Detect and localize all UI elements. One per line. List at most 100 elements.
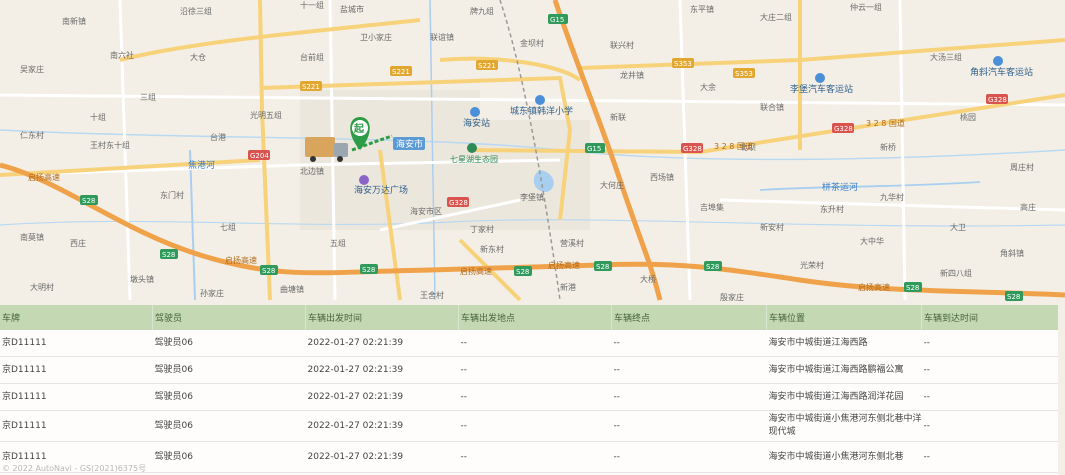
poi-haian-city[interactable]: 海安市	[393, 137, 425, 150]
place-label: 新东村	[480, 244, 504, 254]
place-label: 西庄	[70, 238, 86, 248]
svg-text:角斜汽车客运站: 角斜汽车客运站	[970, 66, 1033, 78]
cell-arrive-time: --	[921, 330, 1058, 357]
place-label: 李堡镇	[520, 192, 544, 202]
svg-text:七星湖生态园: 七星湖生态园	[450, 154, 498, 164]
place-label: 东升村	[820, 204, 844, 214]
place-label: 桃园	[960, 112, 976, 122]
place-label: 墩头镇	[130, 274, 154, 284]
road-shield-s28-i: S28	[1005, 291, 1023, 301]
header-end-place[interactable]: 车辆终点	[611, 305, 767, 330]
place-label: 王村东十组	[90, 140, 130, 150]
svg-text:S28: S28	[596, 263, 609, 271]
header-depart-time[interactable]: 车辆出发时间	[305, 305, 459, 330]
place-label: 新安村	[760, 222, 784, 232]
place-label: 大庄二组	[760, 12, 792, 22]
cell-plate: 京D11111	[0, 410, 153, 442]
place-label: 联谊镇	[430, 32, 454, 42]
road-shield-s353: S353	[672, 58, 694, 68]
header-depart-place[interactable]: 车辆出发地点	[458, 305, 612, 330]
cell-driver: 驾驶员06	[152, 356, 306, 384]
place-label: 北坝	[740, 143, 756, 152]
svg-text:G15: G15	[550, 16, 564, 24]
header-driver[interactable]: 驾驶员	[152, 305, 306, 330]
place-label: 大汤三组	[930, 52, 962, 62]
svg-text:海安市: 海安市	[396, 138, 423, 150]
header-arrive-time[interactable]: 车辆到达时间	[921, 305, 1058, 330]
table-row[interactable]: 京D11111 驾驶员06 2022-01-27 02:21:39 -- -- …	[0, 330, 1058, 357]
svg-text:S221: S221	[392, 68, 410, 76]
cell-end-place: --	[611, 383, 767, 411]
place-label: 东门村	[160, 190, 184, 200]
place-label: 大仓	[190, 52, 206, 62]
svg-text:S28: S28	[162, 251, 175, 259]
road-shield-s28-c: S28	[260, 265, 278, 275]
place-label: 五组	[330, 238, 346, 248]
place-label: 大明村	[30, 282, 54, 292]
label-jiaogang-river: 焦港河	[188, 159, 215, 171]
place-label: 大中华	[860, 236, 884, 246]
place-label: 台前组	[300, 52, 324, 62]
cell-location: 海安市中城街道小焦港河东侧北巷中洋 现代城	[766, 410, 922, 442]
cell-depart-place: --	[458, 330, 612, 357]
cell-depart-time: 2022-01-27 02:21:39	[305, 356, 459, 384]
place-label: 王舍村	[420, 290, 444, 300]
place-label: 仁东村	[20, 130, 44, 140]
svg-text:S28: S28	[906, 284, 919, 292]
place-label: 丁家村	[470, 224, 494, 234]
svg-text:S28: S28	[706, 263, 719, 271]
svg-text:起: 起	[353, 122, 365, 135]
header-plate[interactable]: 车牌	[0, 305, 153, 330]
road-shield-s28-b: S28	[160, 249, 178, 259]
road-shield-g15-top: G15	[548, 14, 568, 24]
vehicle-table-panel: 车牌 驾驶员 车辆出发时间 车辆出发地点 车辆终点 车辆位置 车辆到达时间 京D…	[0, 305, 1058, 475]
svg-text:李堡汽车客运站: 李堡汽车客运站	[790, 83, 853, 95]
svg-text:S353: S353	[674, 60, 692, 68]
table-row[interactable]: 京D11111 驾驶员06 2022-01-27 02:21:39 -- -- …	[0, 441, 1058, 473]
cell-location: 海安市中城街道江海西路鹏福公寓	[766, 356, 922, 384]
table-row[interactable]: 京D11111 驾驶员06 2022-01-27 02:21:39 -- -- …	[0, 356, 1058, 384]
svg-text:S28: S28	[362, 266, 375, 274]
place-label: 曲塘镇	[280, 284, 304, 294]
road-shield-s28-g: S28	[704, 261, 722, 271]
place-label: 联合镇	[760, 102, 784, 112]
svg-text:G328: G328	[449, 199, 468, 207]
header-location[interactable]: 车辆位置	[766, 305, 922, 330]
place-label: 牌九组	[470, 6, 494, 16]
place-label: 九华村	[880, 192, 904, 202]
svg-text:S28: S28	[262, 267, 275, 275]
road-shield-s28-f: S28	[594, 261, 612, 271]
place-label: 大桥	[640, 274, 656, 284]
svg-text:G328: G328	[683, 145, 702, 153]
road-shield-s28-h: S28	[904, 282, 922, 292]
cell-driver: 驾驶员06	[152, 410, 306, 442]
place-label: 南莫镇	[20, 232, 44, 242]
place-label: 新港	[560, 282, 576, 292]
svg-text:G15: G15	[587, 145, 601, 153]
cell-end-place: --	[611, 410, 767, 442]
table-row[interactable]: 京D11111 驾驶员06 2022-01-27 02:21:39 -- -- …	[0, 383, 1058, 411]
cell-arrive-time: --	[921, 441, 1058, 473]
road-shield-g15-mid: G15	[585, 143, 605, 153]
vehicle-table: 车牌 驾驶员 车辆出发时间 车辆出发地点 车辆终点 车辆位置 车辆到达时间 京D…	[0, 305, 1058, 473]
cell-arrive-time: --	[921, 410, 1058, 442]
place-label: 十一组	[300, 0, 324, 10]
place-label: 孙家庄	[200, 288, 224, 298]
table-row[interactable]: 京D11111 驾驶员06 2022-01-27 02:21:39 -- -- …	[0, 410, 1058, 442]
place-label: 三组	[140, 92, 156, 102]
place-label: 仲云一组	[850, 2, 882, 12]
place-label: 南六社	[110, 50, 134, 60]
place-label: 大余	[700, 82, 716, 92]
road-shield-s28-d: S28	[360, 264, 378, 274]
cell-end-place: --	[611, 441, 767, 473]
road-shield-s221-a: S221	[300, 81, 322, 91]
cell-plate: 京D11111	[0, 356, 153, 384]
cell-location: 海安市中城街道江海西路	[766, 330, 922, 357]
cell-plate: 京D11111	[0, 330, 153, 357]
place-label: 新联	[610, 112, 626, 122]
place-label: 金坝村	[520, 38, 544, 48]
road-label-ningyang-a: 启扬高速	[28, 172, 60, 182]
svg-text:G328: G328	[834, 125, 853, 133]
place-label: 新桥	[880, 142, 896, 152]
cell-arrive-time: --	[921, 356, 1058, 384]
